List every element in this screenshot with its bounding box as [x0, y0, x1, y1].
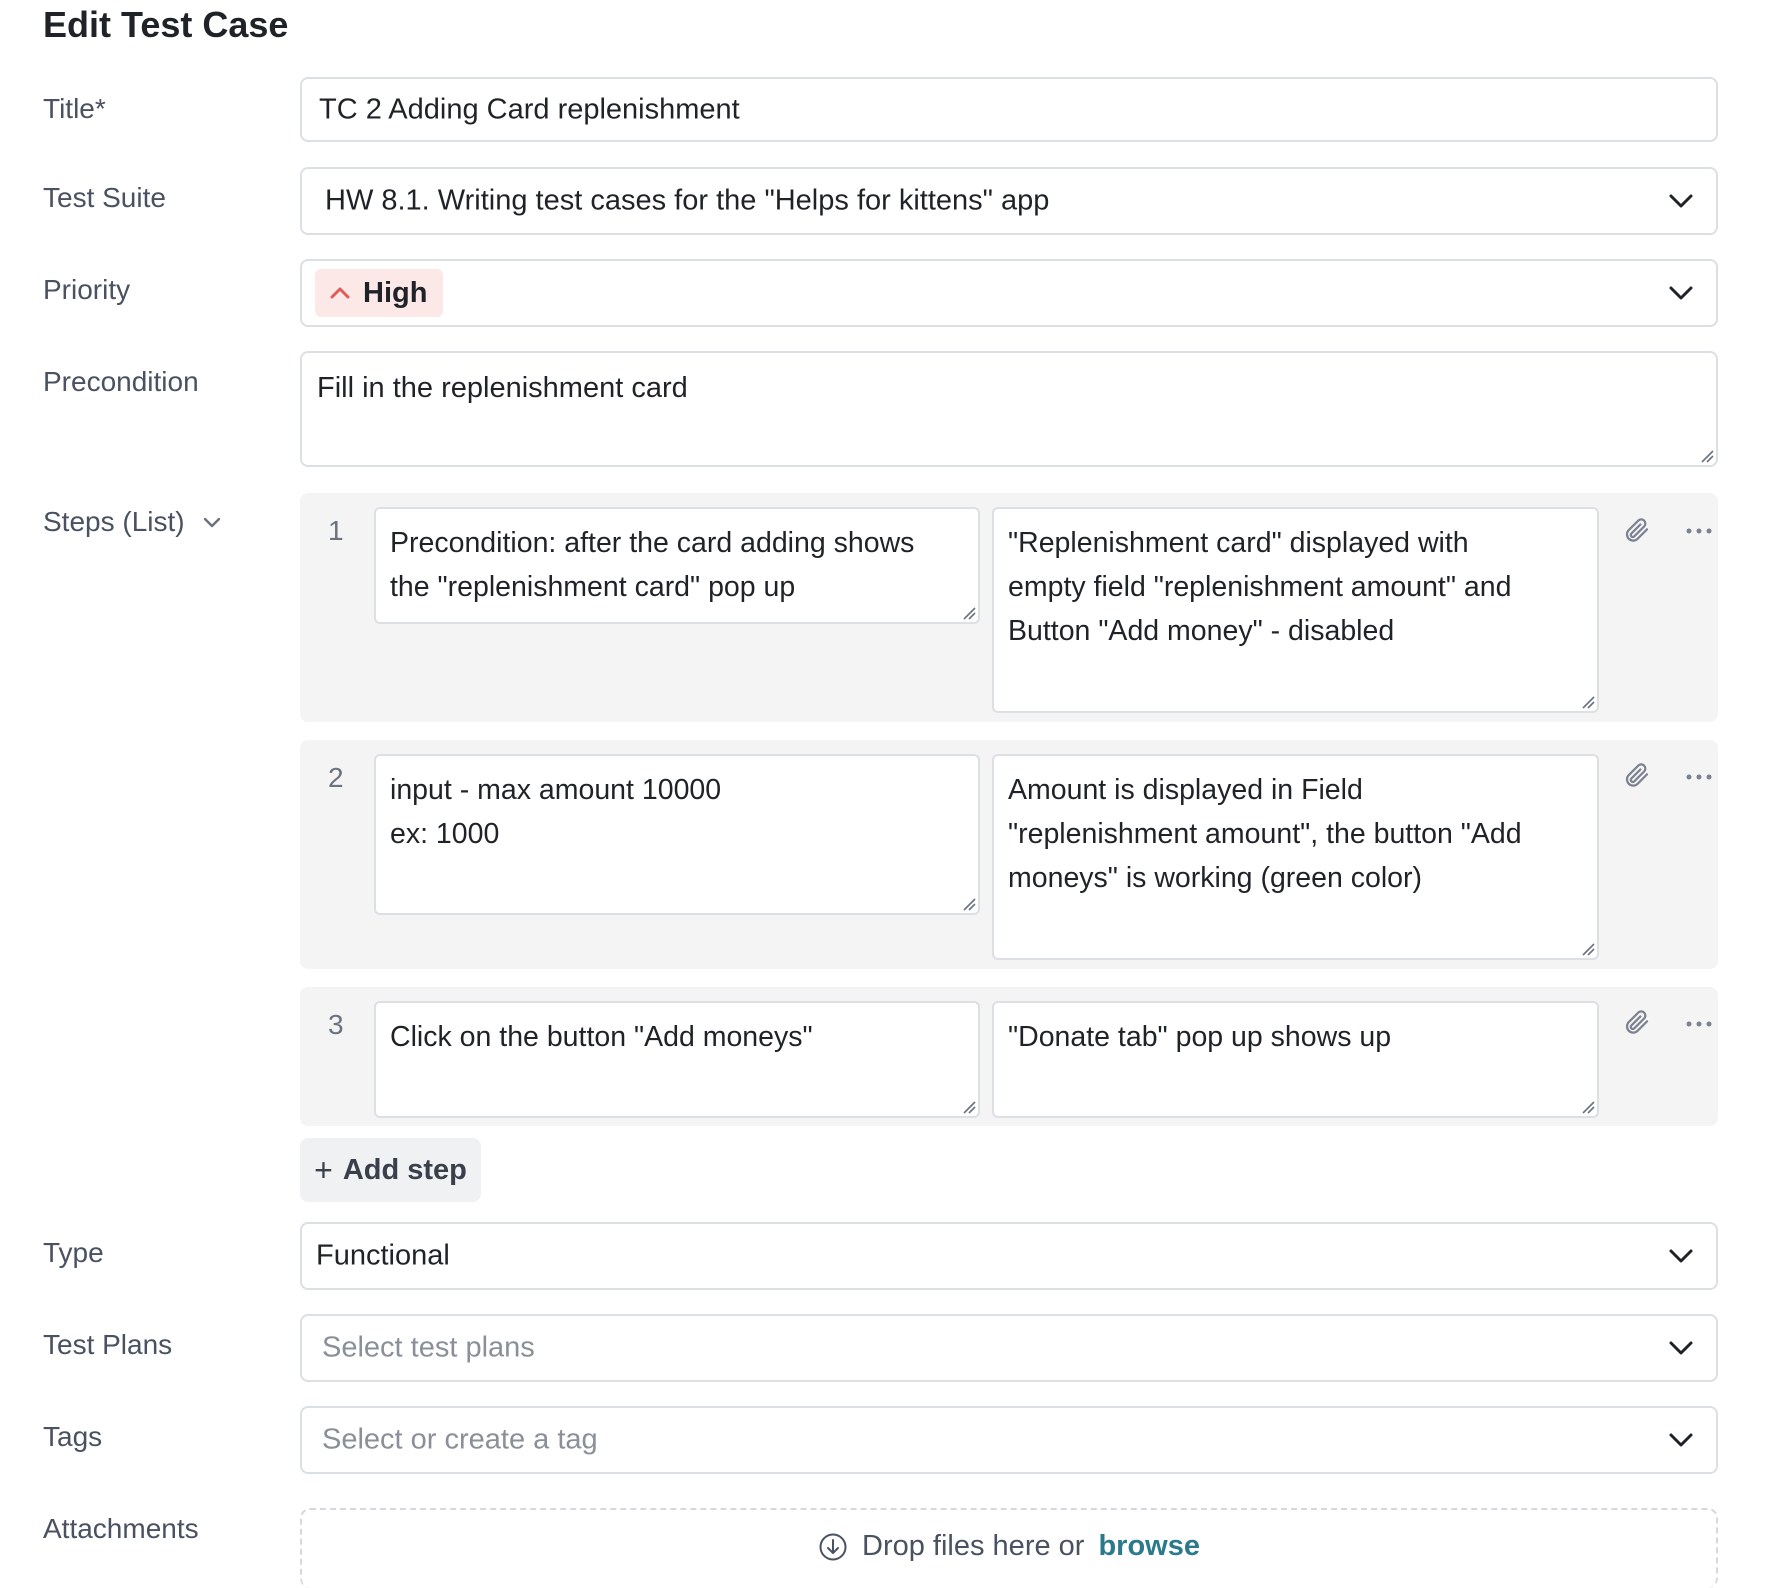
step-action-textarea[interactable]: Precondition: after the card adding show… [374, 507, 980, 624]
priority-select[interactable]: High [300, 259, 1718, 327]
dropzone-text: Drop files here or [862, 1530, 1085, 1562]
step-row: 1 Precondition: after the card adding sh… [300, 493, 1718, 722]
title-input[interactable]: TC 2 Adding Card replenishment [300, 77, 1718, 142]
type-select[interactable]: Functional [300, 1222, 1718, 1290]
step-expected-line: Amount is displayed in Field [1008, 774, 1363, 806]
step-expected-textarea[interactable]: Amount is displayed in Field "replenishm… [992, 754, 1599, 960]
paperclip-icon[interactable] [1622, 760, 1652, 790]
step-row: 3 Click on the button "Add moneys" "Dona… [300, 987, 1718, 1126]
priority-value: High [363, 276, 428, 309]
step-expected-line: "replenishment amount", the button "Add [1008, 818, 1522, 850]
priority-label: Priority [43, 274, 131, 305]
download-circle-icon [819, 1533, 847, 1560]
chevron-down-icon [1669, 194, 1693, 208]
page-title: Edit Test Case [43, 4, 289, 45]
tags-placeholder: Select or create a tag [322, 1423, 598, 1456]
step-expected-line: moneys" is working (green color) [1008, 862, 1423, 894]
more-horizontal-icon[interactable] [1684, 1019, 1714, 1029]
step-action-line: ex: 1000 [390, 818, 500, 850]
steps-label: Steps (List) [43, 506, 185, 537]
suite-select-value: HW 8.1. Writing test cases for the "Help… [325, 184, 1050, 217]
suite-select[interactable]: HW 8.1. Writing test cases for the "Help… [300, 167, 1718, 235]
title-input-value: TC 2 Adding Card replenishment [319, 93, 740, 125]
plans-label: Test Plans [43, 1329, 173, 1360]
step-action-line: Precondition: after the card adding show… [390, 527, 915, 559]
step-number: 1 [328, 515, 344, 546]
suite-label: Test Suite [43, 182, 166, 213]
plans-select[interactable]: Select test plans [300, 1314, 1718, 1382]
type-label: Type [43, 1237, 104, 1268]
plans-placeholder: Select test plans [322, 1331, 535, 1364]
step-row: 2 input - max amount 10000 ex: 1000 Amou… [300, 740, 1718, 969]
attachments-label: Attachments [43, 1513, 199, 1544]
resize-handle-icon[interactable] [962, 1100, 976, 1114]
add-step-button[interactable]: + Add step [300, 1138, 481, 1202]
priority-badge: High [315, 269, 444, 317]
step-action-textarea[interactable]: input - max amount 10000 ex: 1000 [374, 754, 980, 915]
resize-handle-icon[interactable] [962, 606, 976, 620]
tags-label: Tags [43, 1421, 103, 1452]
steps-toggle[interactable]: Steps (List) [43, 506, 221, 538]
title-label: Title* [43, 93, 106, 124]
step-expected-textarea[interactable]: "Donate tab" pop up shows up [992, 1001, 1599, 1118]
step-number: 2 [328, 762, 344, 793]
step-expected-line: "Replenishment card" displayed with [1008, 527, 1469, 559]
step-expected-line: Button "Add money" - disabled [1008, 615, 1395, 647]
more-horizontal-icon[interactable] [1684, 772, 1714, 782]
more-horizontal-icon[interactable] [1684, 526, 1714, 536]
step-number: 3 [328, 1009, 344, 1040]
chevron-down-icon [1669, 1433, 1693, 1447]
tags-select[interactable]: Select or create a tag [300, 1406, 1718, 1474]
resize-handle-icon[interactable] [962, 897, 976, 911]
precondition-value: Fill in the replenishment card [317, 372, 688, 404]
resize-handle-icon[interactable] [1581, 695, 1595, 709]
chevron-down-icon [1669, 1341, 1693, 1355]
precondition-label: Precondition [43, 366, 199, 397]
resize-handle-icon[interactable] [1700, 449, 1714, 463]
chevron-down-icon [203, 517, 220, 527]
step-action-line: Click on the button "Add moneys" [390, 1021, 813, 1053]
step-action-textarea[interactable]: Click on the button "Add moneys" [374, 1001, 980, 1118]
precondition-textarea[interactable]: Fill in the replenishment card [300, 351, 1718, 467]
paperclip-icon[interactable] [1622, 515, 1652, 545]
plus-icon: + [314, 1151, 333, 1188]
browse-link[interactable]: browse [1098, 1530, 1200, 1563]
chevron-up-icon [330, 287, 350, 299]
paperclip-icon[interactable] [1622, 1007, 1652, 1037]
dropzone-content: Drop files here or browse [302, 1530, 1716, 1563]
resize-handle-icon[interactable] [1581, 942, 1595, 956]
type-select-value: Functional [316, 1239, 450, 1272]
step-expected-line: empty field "replenishment amount" and [1008, 571, 1512, 603]
attachments-dropzone[interactable]: Drop files here or browse [300, 1508, 1718, 1588]
add-step-label: Add step [342, 1153, 467, 1186]
resize-handle-icon[interactable] [1581, 1100, 1595, 1114]
step-expected-textarea[interactable]: "Replenishment card" displayed with empt… [992, 507, 1599, 713]
chevron-down-icon [1669, 1249, 1693, 1263]
step-expected-line: "Donate tab" pop up shows up [1008, 1021, 1392, 1053]
chevron-down-icon [1669, 286, 1693, 300]
step-action-line: the "replenishment card" pop up [390, 571, 796, 603]
step-action-line: input - max amount 10000 [390, 774, 722, 806]
